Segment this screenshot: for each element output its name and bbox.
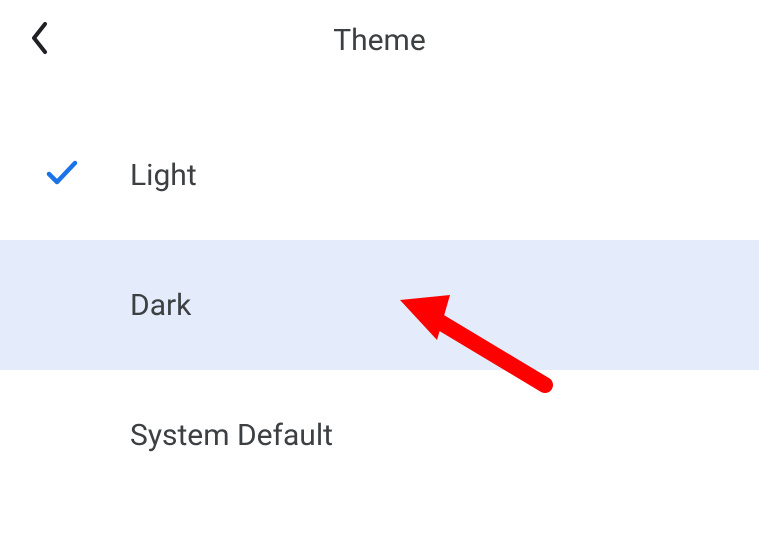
theme-option-dark[interactable]: Dark: [0, 240, 759, 370]
page-title: Theme: [20, 23, 739, 58]
theme-option-system-default[interactable]: System Default: [0, 370, 759, 500]
option-label: Light: [130, 158, 197, 193]
checkmark-icon: [44, 155, 80, 195]
back-button[interactable]: [20, 20, 60, 60]
theme-options-list: Light Dark System Default: [0, 110, 759, 500]
option-label: System Default: [130, 418, 333, 453]
chevron-left-icon: [28, 20, 52, 60]
theme-option-light[interactable]: Light: [0, 110, 759, 240]
option-label: Dark: [130, 288, 191, 323]
check-container: [44, 155, 130, 195]
header: Theme: [0, 0, 759, 80]
